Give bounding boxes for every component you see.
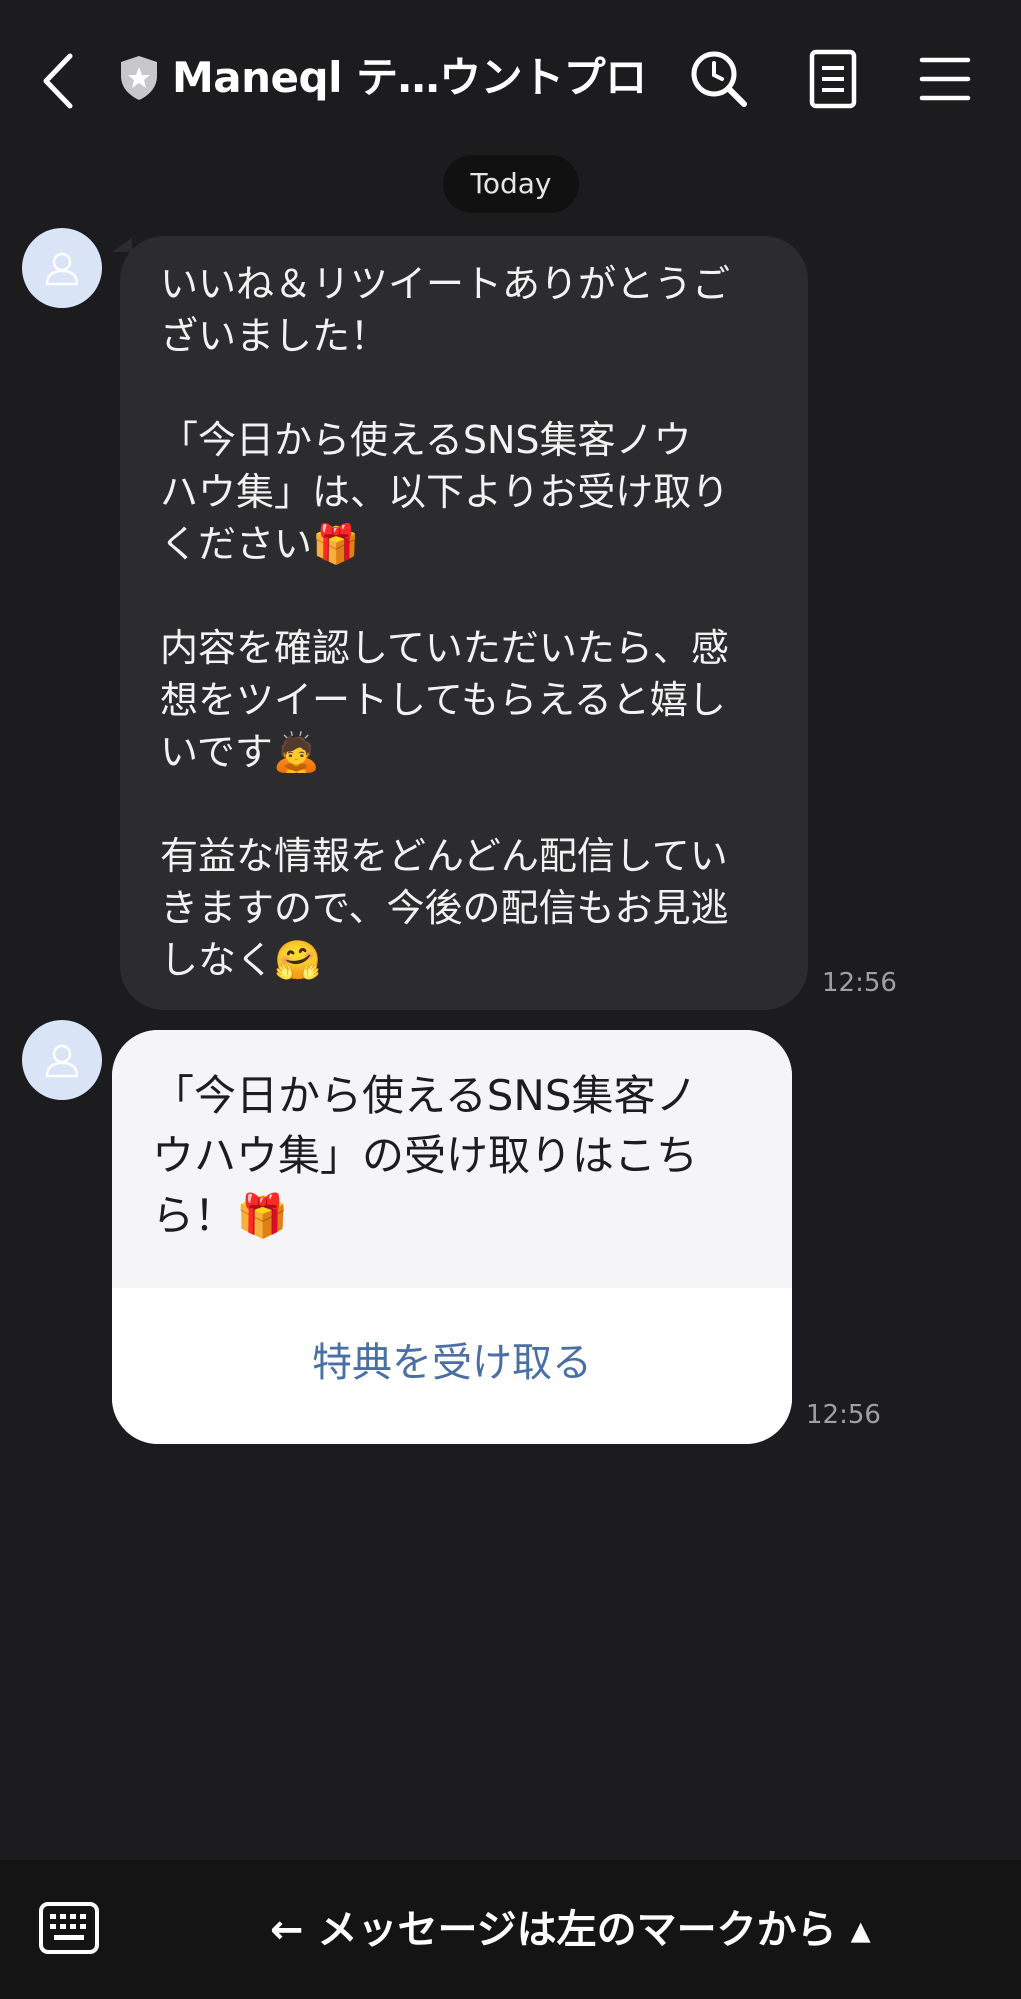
notes-button[interactable] <box>800 46 866 112</box>
user-icon <box>45 252 79 286</box>
message-line: しなく🤗 <box>160 938 322 982</box>
message-time: 12:56 <box>806 1400 881 1430</box>
back-icon <box>43 53 73 109</box>
message-line <box>160 778 770 830</box>
footer-bar: ← メッセージは左のマークから ▴ <box>0 1860 1021 1999</box>
message-line: ざいました！ <box>160 314 389 358</box>
message-line: ウハウ集」の受け取りはこち <box>152 1131 699 1180</box>
message-line <box>160 362 770 414</box>
message-line: ください🎁 <box>160 522 360 566</box>
avatar[interactable] <box>22 228 102 308</box>
template-message-card: 「今日から使えるSNS集客ノ ウハウ集」の受け取りはこち ら！🎁 特典を受け取る <box>112 1030 792 1444</box>
bubble-tail <box>112 238 132 252</box>
message-time: 12:56 <box>822 968 897 998</box>
notes-icon <box>809 49 857 109</box>
receive-bonus-button[interactable]: 特典を受け取る <box>112 1288 792 1444</box>
shield-icon <box>118 54 160 102</box>
message-line: 内容を確認していただいたら、感 <box>160 626 729 670</box>
avatar[interactable] <box>22 1020 102 1100</box>
menu-button[interactable] <box>912 46 978 112</box>
message-line: ら！🎁 <box>152 1191 289 1240</box>
chat-title: Maneql テ…ウントプロ <box>172 53 642 102</box>
message-bubble[interactable]: いいね＆リツイートありがとうご ざいました！ 「今日から使えるSNS集客ノウ ハウ集」… <box>120 236 808 1010</box>
search-button[interactable] <box>686 46 752 112</box>
search-icon <box>691 51 747 107</box>
back-button[interactable] <box>30 46 90 116</box>
chat-header: Maneql テ…ウントプロ <box>0 0 1021 150</box>
message-line: 「今日から使えるSNS集客ノウ <box>160 418 692 462</box>
message-line: いいね＆リツイートありがとうご <box>160 262 731 306</box>
message-line: 想をツイートしてもらえると嬉し <box>160 678 726 722</box>
rich-menu-prompt[interactable]: ← メッセージは左のマークから ▴ <box>270 1904 871 1956</box>
card-body: 「今日から使えるSNS集客ノ ウハウ集」の受け取りはこち ら！🎁 <box>112 1030 792 1288</box>
menu-icon <box>919 57 971 101</box>
keyboard-button[interactable] <box>38 1900 100 1956</box>
user-icon <box>45 1044 79 1078</box>
message-line <box>160 570 770 622</box>
message-line: いです🙇 <box>160 730 321 774</box>
keyboard-icon <box>39 1902 99 1954</box>
message-line: 「今日から使えるSNS集客ノ <box>152 1071 698 1120</box>
message-line: きますので、今後の配信もお見逃 <box>160 886 729 930</box>
message-line: ハウ集」は、以下よりお受け取り <box>160 470 730 514</box>
message-line: 有益な情報をどんどん配信してい <box>160 834 728 878</box>
date-separator: Today <box>443 155 579 213</box>
